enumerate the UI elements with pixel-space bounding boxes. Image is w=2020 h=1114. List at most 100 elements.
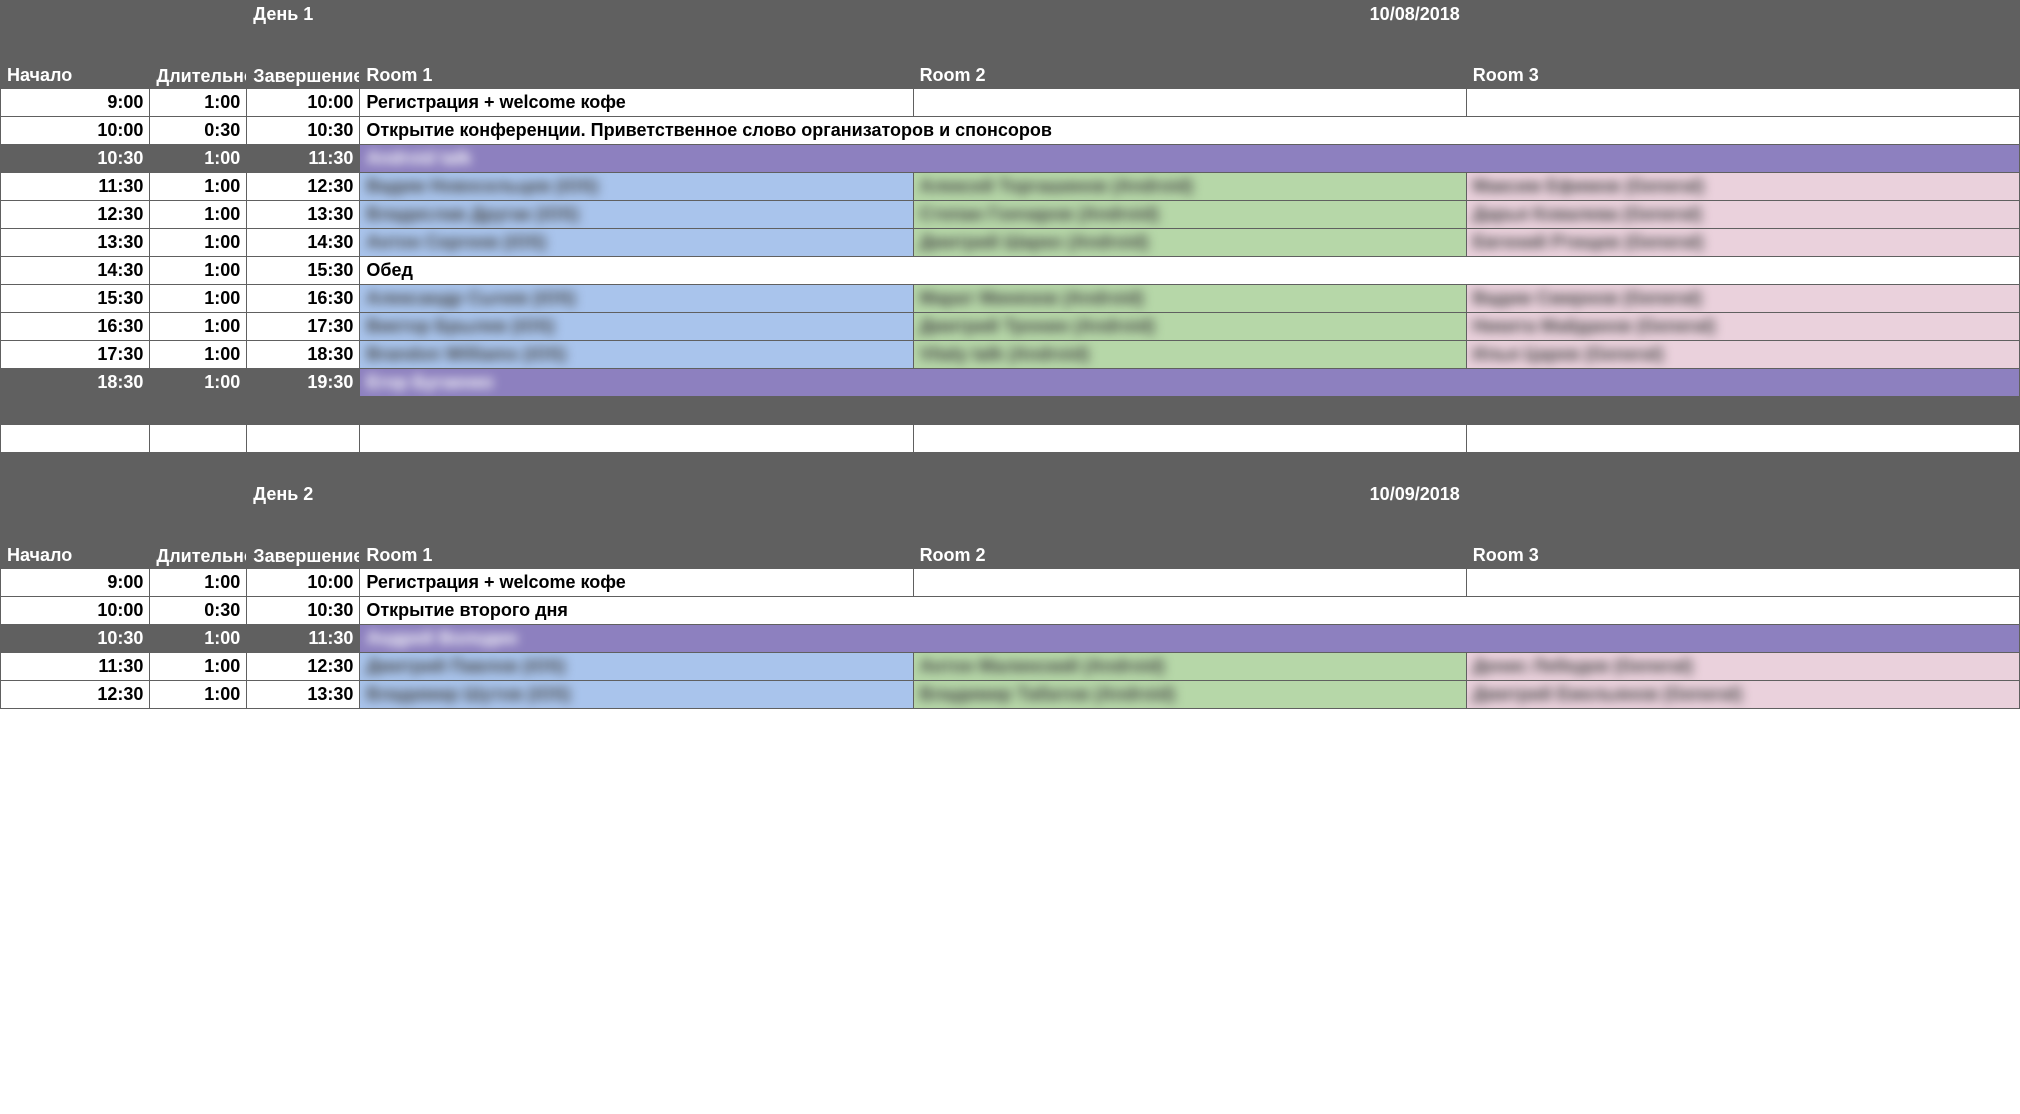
cell-room2: Алексей Торгашинов (Android) bbox=[913, 173, 1466, 201]
cell-start: 10:30 bbox=[1, 625, 150, 653]
cell-room3: Максим Ефимов (General) bbox=[1466, 173, 2019, 201]
cell-start: 11:30 bbox=[1, 653, 150, 681]
cell-duration: 1:00 bbox=[150, 257, 247, 285]
cell-start: 11:30 bbox=[1, 173, 150, 201]
schedule-row: 9:001:0010:00Регистрация + welcome кофе bbox=[1, 569, 2020, 597]
cell-end: 14:30 bbox=[247, 229, 360, 257]
schedule-row: 15:301:0016:30Александр Сычев (iOS)Марат… bbox=[1, 285, 2020, 313]
cell-duration: 1:00 bbox=[150, 369, 247, 397]
schedule-row: 17:301:0018:30Brandon Williams (iOS)Vita… bbox=[1, 341, 2020, 369]
cell-start: 10:00 bbox=[1, 117, 150, 145]
cell-end: 13:30 bbox=[247, 201, 360, 229]
cell-start: 14:30 bbox=[1, 257, 150, 285]
cell-room1: Дмитрий Павлов (iOS) bbox=[360, 653, 913, 681]
spacer-cell bbox=[150, 397, 247, 425]
cell-duration: 1:00 bbox=[150, 285, 247, 313]
cell-room1: Вадим Новосельцев (iOS) bbox=[360, 173, 913, 201]
cell-room2 bbox=[913, 569, 1466, 597]
spacer-cell bbox=[360, 397, 913, 425]
spacer-cell bbox=[247, 425, 360, 453]
cell-room3 bbox=[1466, 569, 2019, 597]
cell-keynote: Android talk bbox=[360, 145, 2020, 173]
cell-duration: 1:00 bbox=[150, 201, 247, 229]
cell-room1: Антон Сергеев (iOS) bbox=[360, 229, 913, 257]
cell-duration: 1:00 bbox=[150, 653, 247, 681]
cell-room2: Дмитрий Шарко (Android) bbox=[913, 229, 1466, 257]
spacer-cell bbox=[1466, 397, 2019, 425]
col-duration: Длительность bbox=[150, 509, 247, 569]
schedule-table: День 110/08/2018НачалоДлительностьЗаверш… bbox=[0, 0, 2020, 709]
schedule-row: 14:301:0015:30Обед bbox=[1, 257, 2020, 285]
cell-start: 10:00 bbox=[1, 597, 150, 625]
blank-cell bbox=[1, 1, 150, 29]
schedule-row: 12:301:0013:30Владислав Другак (iOS)Степ… bbox=[1, 201, 2020, 229]
cell-duration: 1:00 bbox=[150, 681, 247, 709]
cell-duration: 1:00 bbox=[150, 229, 247, 257]
cell-start: 9:00 bbox=[1, 569, 150, 597]
cell-duration: 1:00 bbox=[150, 341, 247, 369]
cell-room1: Владимир Шутов (iOS) bbox=[360, 681, 913, 709]
spacer-row bbox=[1, 453, 2020, 481]
col-start: Начало bbox=[1, 29, 150, 89]
cell-room2: Марат Минязов (Android) bbox=[913, 285, 1466, 313]
blank-cell bbox=[1466, 481, 2019, 509]
spacer-cell bbox=[1466, 453, 2019, 481]
cell-start: 10:30 bbox=[1, 145, 150, 173]
spacer-cell bbox=[360, 453, 913, 481]
col-room3: Room 3 bbox=[1466, 29, 2019, 89]
cell-end: 18:30 bbox=[247, 341, 360, 369]
cell-duration: 1:00 bbox=[150, 313, 247, 341]
spacer-row bbox=[1, 425, 2020, 453]
day-label: День 1 bbox=[247, 1, 360, 29]
cell-room1: Виктор Брылев (iOS) bbox=[360, 313, 913, 341]
cell-room2: Vitaly talk (Android) bbox=[913, 341, 1466, 369]
col-start: Начало bbox=[1, 509, 150, 569]
col-room2: Room 2 bbox=[913, 509, 1466, 569]
blank-cell bbox=[360, 1, 913, 29]
cell-room1: Регистрация + welcome кофе bbox=[360, 89, 913, 117]
day-date: 10/09/2018 bbox=[913, 481, 1466, 509]
cell-start: 16:30 bbox=[1, 313, 150, 341]
spacer-row bbox=[1, 397, 2020, 425]
schedule-row: 18:301:0019:30Егор Бугаенко bbox=[1, 369, 2020, 397]
spacer-cell bbox=[1, 397, 150, 425]
cell-room1: Владислав Другак (iOS) bbox=[360, 201, 913, 229]
cell-duration: 0:30 bbox=[150, 117, 247, 145]
cell-end: 16:30 bbox=[247, 285, 360, 313]
blank-cell bbox=[1466, 1, 2019, 29]
cell-keynote: Андрей Володин bbox=[360, 625, 2020, 653]
day-label: День 2 bbox=[247, 481, 360, 509]
blank-cell bbox=[150, 481, 247, 509]
blank-cell bbox=[150, 1, 247, 29]
schedule-row: 10:301:0011:30Android talk bbox=[1, 145, 2020, 173]
day-date: 10/08/2018 bbox=[913, 1, 1466, 29]
cell-room1: Александр Сычев (iOS) bbox=[360, 285, 913, 313]
cell-room3: Илья Царев (General) bbox=[1466, 341, 2019, 369]
cell-end: 10:00 bbox=[247, 89, 360, 117]
schedule-row: 16:301:0017:30Виктор Брылев (iOS)Дмитрий… bbox=[1, 313, 2020, 341]
cell-room3: Денис Лебедев (General) bbox=[1466, 653, 2019, 681]
spacer-cell bbox=[150, 453, 247, 481]
cell-start: 12:30 bbox=[1, 201, 150, 229]
schedule-row: 9:001:0010:00Регистрация + welcome кофе bbox=[1, 89, 2020, 117]
cell-start: 12:30 bbox=[1, 681, 150, 709]
cell-end: 10:30 bbox=[247, 597, 360, 625]
cell-room1: Brandon Williams (iOS) bbox=[360, 341, 913, 369]
cell-room3 bbox=[1466, 89, 2019, 117]
cell-room2 bbox=[913, 89, 1466, 117]
cell-duration: 0:30 bbox=[150, 597, 247, 625]
cell-start: 18:30 bbox=[1, 369, 150, 397]
cell-room2: Степан Гончаров (Android) bbox=[913, 201, 1466, 229]
cell-room3: Дмитрий Емельянов (General) bbox=[1466, 681, 2019, 709]
spacer-cell bbox=[247, 397, 360, 425]
cell-end: 12:30 bbox=[247, 653, 360, 681]
cell-room2: Дмитрий Тронин (Android) bbox=[913, 313, 1466, 341]
cell-end: 10:00 bbox=[247, 569, 360, 597]
spacer-cell bbox=[913, 425, 1466, 453]
cell-start: 15:30 bbox=[1, 285, 150, 313]
cell-keynote: Егор Бугаенко bbox=[360, 369, 2020, 397]
col-duration: Длительность bbox=[150, 29, 247, 89]
cell-merged: Обед bbox=[360, 257, 2020, 285]
day-header-row: День 1 10/08/2018 bbox=[1, 1, 2020, 29]
schedule-row: 13:301:0014:30Антон Сергеев (iOS)Дмитрий… bbox=[1, 229, 2020, 257]
